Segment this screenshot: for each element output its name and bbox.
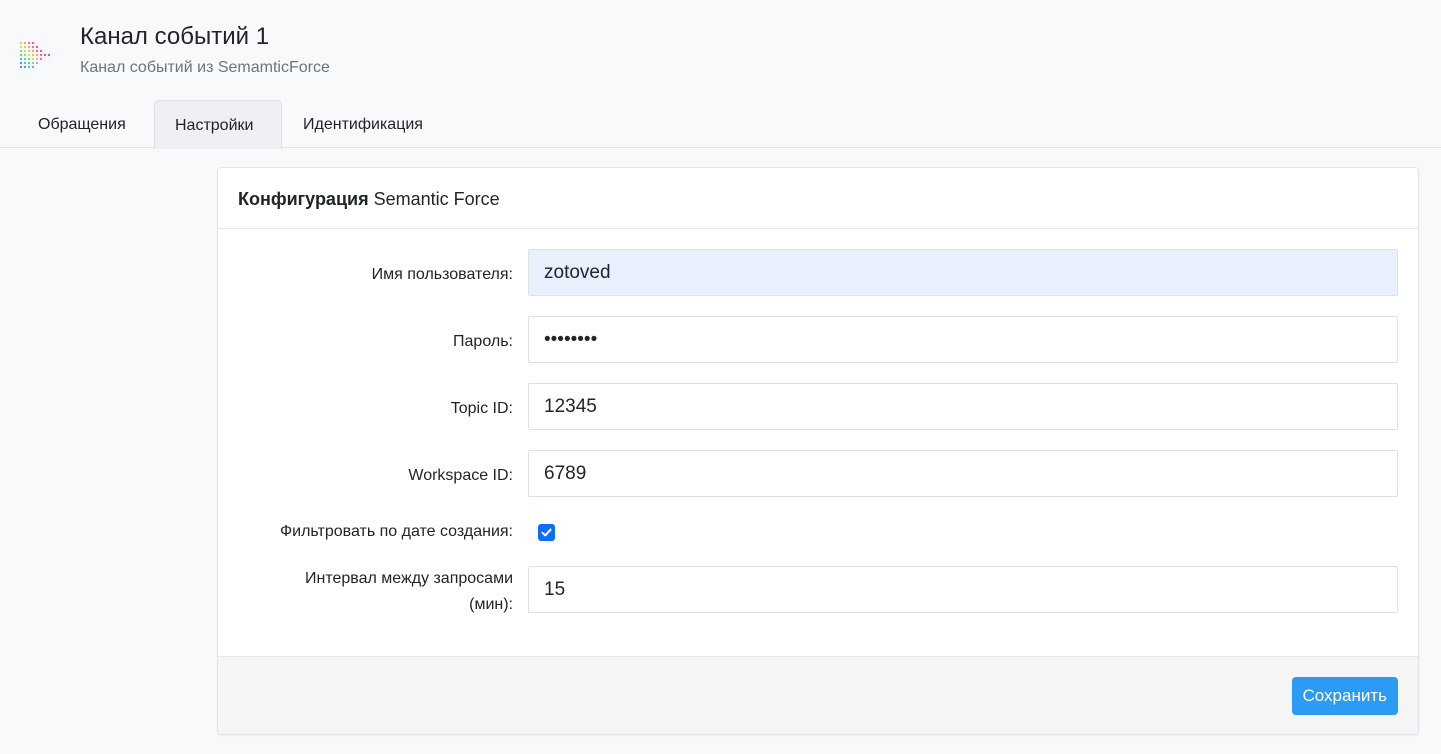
configuration-card: Конфигурация Semantic Force Имя пользова… [217,167,1419,735]
topic-id-label: Topic ID: [450,400,513,417]
save-button[interactable]: Сохранить [1291,677,1398,715]
card-title-rest: Semantic Force [368,189,500,209]
username-label: Имя пользователя: [371,266,513,283]
page-header: Канал событий 1 Канал событий из Semamti… [0,0,1441,100]
filter-by-date-label: Фильтровать по дате создания: [279,523,513,540]
page-title: Канал событий 1 [80,23,270,50]
card-header: Конфигурация Semantic Force [218,168,1418,229]
topic-id-input[interactable] [528,383,1398,430]
workspace-id-label: Workspace ID: [408,467,513,484]
tab-requests[interactable]: Обращения [18,100,146,148]
tab-settings[interactable]: Настройки [154,100,282,149]
interval-input[interactable] [528,566,1398,613]
checkmark-icon [541,528,552,537]
tab-identification[interactable]: Идентификация [283,100,443,148]
page-subtitle: Канал событий из SemamticForce [80,59,330,76]
card-title: Конфигурация Semantic Force [238,188,500,210]
tab-bar: Обращения Настройки Идентификация [0,100,1441,149]
password-label: Пароль: [453,333,513,350]
interval-label-line1: Интервал между запросами [304,570,513,587]
app-logo-icon [18,38,52,72]
filter-by-date-checkbox[interactable] [538,524,555,541]
workspace-id-input[interactable] [528,450,1398,497]
username-input[interactable] [528,249,1398,296]
card-title-bold: Конфигурация [238,189,369,209]
password-input[interactable] [528,316,1398,363]
card-footer: Сохранить [218,656,1418,734]
interval-label-line2: (мин): [469,596,513,613]
